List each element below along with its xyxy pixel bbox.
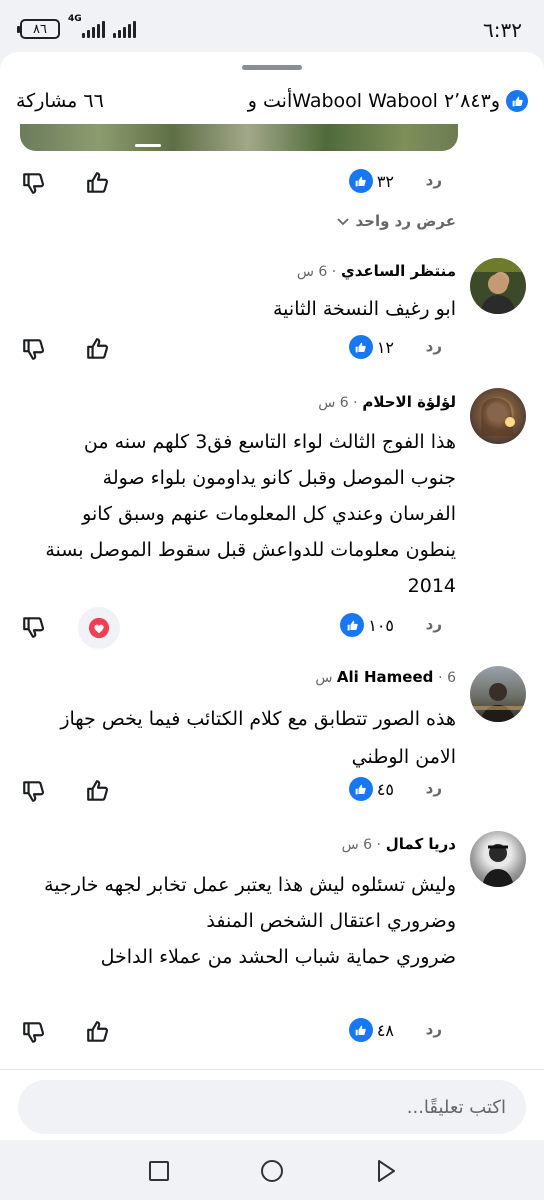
battery-icon: ٨٦ [17, 19, 60, 39]
share-count[interactable]: ٦٦ مشاركة [16, 90, 104, 112]
like-reaction-icon [348, 1018, 373, 1042]
reply-button[interactable]: رد [426, 779, 442, 797]
avatar[interactable] [470, 831, 526, 887]
reply-button[interactable]: رد [426, 615, 442, 633]
status-bar: ٨٦ 4G ٦:٣٢ [0, 0, 544, 52]
comment-time[interactable]: 6 س [342, 837, 372, 853]
reply-button[interactable]: رد [426, 171, 442, 189]
comment-header: دريا كمال · 6 س [341, 835, 456, 853]
comment-author[interactable]: لؤلؤة الاحلام [362, 393, 456, 411]
comment-author[interactable]: Ali Hameed [337, 668, 434, 686]
home-icon[interactable] [257, 1156, 287, 1186]
system-nav-bar [0, 1140, 544, 1200]
comment-composer [0, 1069, 544, 1140]
comment-text-line: وليش تسئلوه ليش هذا يعتبر عمل تخابر لجهه… [44, 874, 456, 896]
like-icon[interactable] [82, 1016, 114, 1048]
dislike-icon[interactable] [18, 333, 50, 365]
comment-time[interactable]: 6 س [297, 264, 327, 280]
comment-text: ابو رغيف النسخة الثانية [272, 298, 456, 320]
signal-4g-icon: 4G [68, 14, 105, 38]
recents-icon[interactable] [144, 1156, 174, 1186]
comment-actions: ٤٥ رد [0, 773, 544, 809]
avatar[interactable] [470, 258, 526, 314]
heart-icon [88, 617, 110, 639]
like-icon[interactable] [82, 775, 114, 807]
like-count-value: ٤٥ [376, 779, 394, 799]
like-count-value: ٤٨ [376, 1020, 394, 1040]
comment-text: هذا الفوج الثالث لواء التاسع فق3 كلهم سن… [45, 431, 456, 597]
avatar[interactable] [470, 666, 526, 722]
comment-actions: ١٠٥ رد [0, 607, 544, 649]
attached-image[interactable] [20, 124, 458, 151]
like-reaction-icon [348, 777, 373, 801]
like-count-value: ٣٢ [376, 171, 394, 191]
comment-actions: ١٢ رد [0, 331, 544, 367]
comment-author[interactable]: منتظر الساعدي [341, 262, 456, 280]
like-count[interactable]: ٤٥ [348, 777, 394, 801]
like-count[interactable]: ٣٢ [348, 169, 394, 193]
avatar[interactable] [470, 388, 526, 444]
like-icon[interactable] [82, 167, 114, 199]
like-count[interactable]: ١٠٥ [340, 613, 394, 637]
like-icon[interactable] [82, 333, 114, 365]
comment-input[interactable] [18, 1080, 526, 1134]
status-time: ٦:٣٢ [483, 18, 522, 42]
comment-author[interactable]: دريا كمال [386, 835, 456, 853]
comment-header: Ali Hameed · 6 س [315, 668, 456, 686]
comment-actions: ٣٢ رد [0, 165, 544, 201]
like-reaction-icon [506, 90, 528, 112]
like-count-value: ١٢ [376, 337, 394, 357]
comment-text-line: وضروري اعتقال الشخص المنفذ [206, 910, 456, 932]
status-icons: ٨٦ 4G [17, 14, 136, 39]
battery-level: ٨٦ [33, 21, 47, 37]
back-icon[interactable] [370, 1156, 400, 1186]
reply-button[interactable]: رد [426, 1020, 442, 1038]
like-count[interactable]: ٤٨ [348, 1018, 394, 1042]
comment-actions: ٤٨ رد [0, 1014, 544, 1050]
like-reaction-icon [348, 169, 373, 193]
dislike-icon[interactable] [18, 775, 50, 807]
like-reaction-icon [340, 613, 365, 637]
like-count[interactable]: ١٢ [348, 335, 394, 359]
love-reaction-button[interactable] [78, 607, 120, 649]
comment-text-line: ضروري حماية شباب الحشد من عملاء الداخل [100, 946, 456, 968]
drag-handle[interactable] [242, 65, 302, 70]
view-replies-button[interactable]: عرض رد واحد [336, 212, 456, 230]
reactors-summary[interactable]: أنت وWabool Wabool و٢٬٨٤٣ [248, 90, 528, 112]
comment-header: لؤلؤة الاحلام · 6 س [318, 393, 456, 411]
chevron-down-icon [336, 218, 349, 226]
dislike-icon[interactable] [18, 611, 50, 643]
comment-time[interactable]: 6 س [318, 395, 348, 411]
comment-text: وليش تسئلوه ليش هذا يعتبر عمل تخابر لجهه… [36, 867, 456, 975]
comment-text: هذه الصور تتطابق مع كلام الكتائب فيما يخ… [60, 708, 456, 768]
view-replies-label: عرض رد واحد [355, 212, 456, 230]
dislike-icon[interactable] [18, 1016, 50, 1048]
reactors-text: أنت وWabool Wabool و٢٬٨٤٣ [247, 90, 500, 112]
signal-icon [113, 20, 136, 38]
like-reaction-icon [348, 335, 373, 359]
comments-sheet: ٦٦ مشاركة أنت وWabool Wabool و٢٬٨٤٣ ٣٢ ر… [0, 52, 544, 1140]
reply-button[interactable]: رد [426, 337, 442, 355]
like-count-value: ١٠٥ [368, 615, 394, 635]
network-type: 4G [68, 14, 82, 24]
dislike-icon[interactable] [18, 167, 50, 199]
reactions-header: ٦٦ مشاركة أنت وWabool Wabool و٢٬٨٤٣ [16, 86, 528, 116]
comment-header: منتظر الساعدي · 6 س [296, 262, 456, 280]
